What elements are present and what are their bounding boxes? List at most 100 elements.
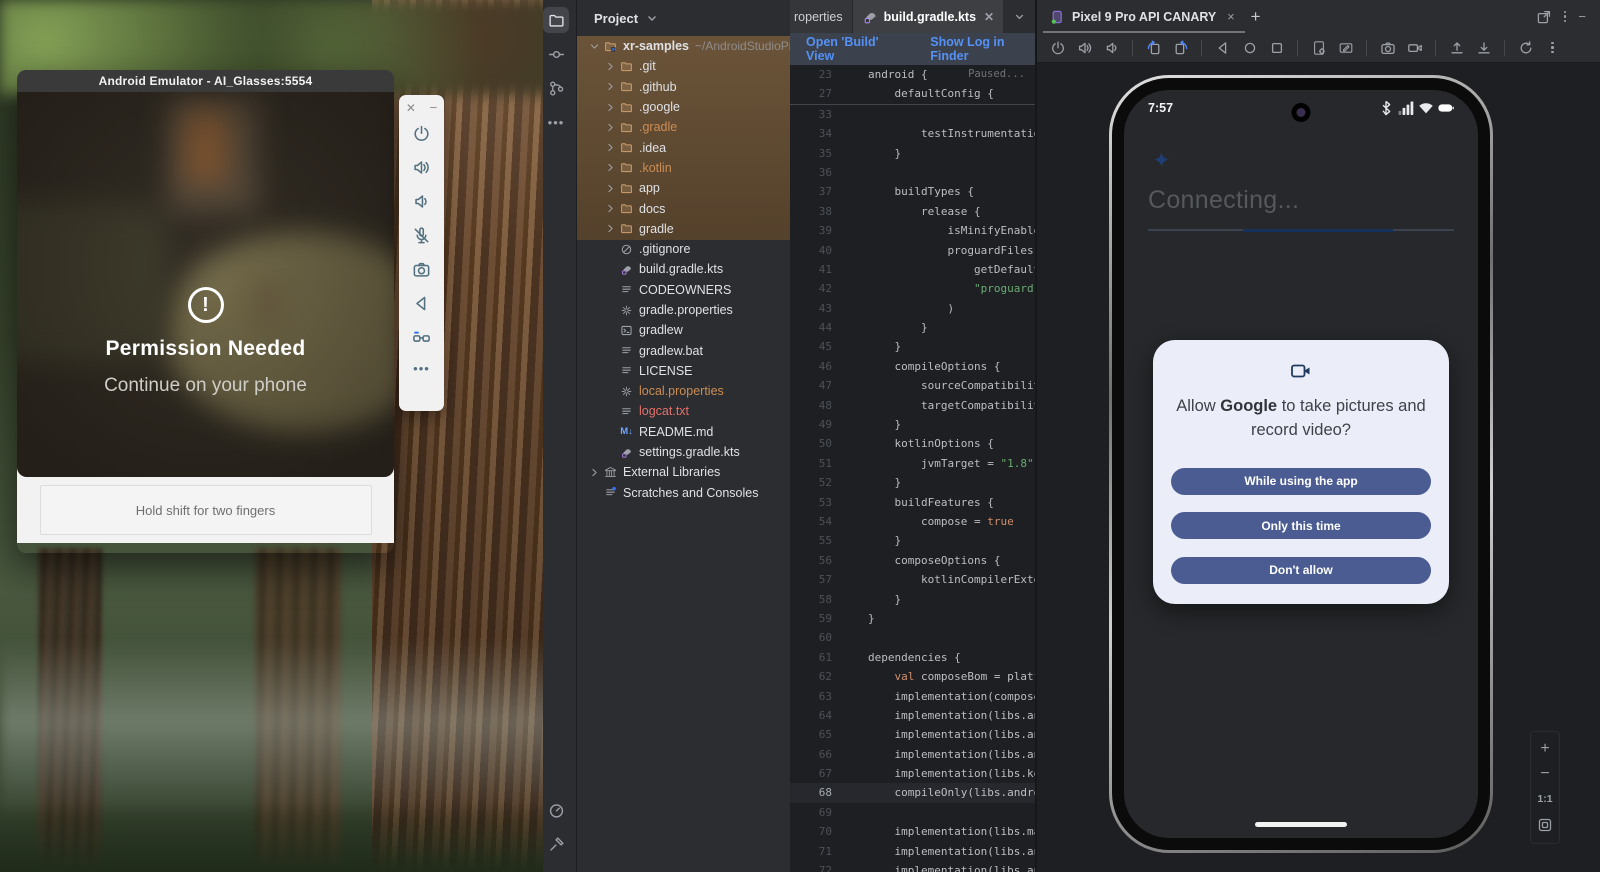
chevron-right-icon[interactable] <box>603 80 618 93</box>
close-device-tab-icon[interactable]: × <box>1227 10 1234 24</box>
code-line-68[interactable]: 68 compileOnly(libs.android <box>790 783 1035 802</box>
code-line-67[interactable]: 67 implementation(libs.kotl <box>790 764 1035 783</box>
code-line-69[interactable]: 69 <box>790 803 1035 822</box>
code-line-56[interactable]: 56 composeOptions { <box>790 551 1035 570</box>
code-line-55[interactable]: 55 } <box>790 531 1035 550</box>
code-line-40[interactable]: 40 proguardFiles( <box>790 241 1035 260</box>
zoom-to-fit-button[interactable] <box>1537 817 1553 833</box>
rotate-right-icon[interactable] <box>1170 37 1191 59</box>
code-line-59[interactable]: 59} <box>790 609 1035 628</box>
more-vertical-icon[interactable] <box>1542 37 1563 59</box>
tree-item-scratches-and-consoles[interactable]: Scratches and Consoles <box>577 483 790 503</box>
vcs-branch-icon[interactable] <box>543 75 569 101</box>
notification-link-show-log-in-finder[interactable]: Show Log in Finder <box>930 35 1035 63</box>
back-icon[interactable] <box>412 294 431 313</box>
tree-item-gitignore[interactable]: .gitignore <box>577 239 790 259</box>
code-line-54[interactable]: 54 compose = true <box>790 512 1035 531</box>
app-settings-icon[interactable] <box>1308 37 1329 59</box>
tree-item-kotlin[interactable]: .kotlin <box>577 158 790 178</box>
code-line-60[interactable]: 60 <box>790 628 1035 647</box>
volume-down-icon[interactable] <box>1101 37 1122 59</box>
code-line-71[interactable]: 71 implementation(libs.andr <box>790 842 1035 861</box>
open-in-window-icon[interactable] <box>1536 9 1552 25</box>
minimize-icon[interactable]: − <box>1578 10 1586 23</box>
chevron-right-icon[interactable] <box>603 182 618 195</box>
code-line-50[interactable]: 50 kotlinOptions { <box>790 434 1035 453</box>
permission-button-while-using-the-app[interactable]: While using the app <box>1171 468 1431 495</box>
code-line-64[interactable]: 64 implementation(libs.andr <box>790 706 1035 725</box>
chevron-right-icon[interactable] <box>603 202 618 215</box>
zoom-out-button[interactable]: − <box>1540 767 1549 781</box>
tree-item-external-libraries[interactable]: External Libraries <box>577 462 790 482</box>
code-line-62[interactable]: 62 val composeBom = platfor <box>790 667 1035 686</box>
permission-button-only-this-time[interactable]: Only this time <box>1171 512 1431 539</box>
permission-button-don-t-allow[interactable]: Don't allow <box>1171 557 1431 584</box>
screenshot-icon[interactable] <box>412 260 431 279</box>
tree-item-local-properties[interactable]: local.properties <box>577 381 790 401</box>
chevron-down-icon[interactable] <box>587 40 602 53</box>
phone-screen[interactable]: 7:57 Connecting... <box>1124 90 1478 838</box>
download-icon[interactable] <box>1473 37 1494 59</box>
tree-item-readme-md[interactable]: M↓README.md <box>577 422 790 442</box>
code-line-49[interactable]: 49 } <box>790 415 1035 434</box>
screenshot-icon[interactable] <box>1377 37 1398 59</box>
power-icon[interactable] <box>1047 37 1068 59</box>
tree-item-idea[interactable]: .idea <box>577 137 790 157</box>
more-vertical-icon[interactable] <box>1564 11 1567 23</box>
code-line-42[interactable]: 42 "proguard-ru <box>790 279 1035 298</box>
chevron-right-icon[interactable] <box>603 121 618 134</box>
profiler-icon[interactable] <box>543 797 569 823</box>
code-line-57[interactable]: 57 kotlinCompilerExtens <box>790 570 1035 589</box>
code-line-33[interactable]: 33 <box>790 105 1035 124</box>
tree-item-git[interactable]: .git <box>577 56 790 76</box>
upload-icon[interactable] <box>1446 37 1467 59</box>
commit-icon[interactable] <box>543 41 569 67</box>
chevron-right-icon[interactable] <box>603 101 618 114</box>
restart-icon[interactable] <box>1515 37 1536 59</box>
code-line-72[interactable]: 72 implementation(libs.andr <box>790 861 1035 872</box>
code-line-35[interactable]: 35 } <box>790 144 1035 163</box>
project-folder-icon[interactable] <box>543 7 569 33</box>
code-line-70[interactable]: 70 implementation(libs.mate <box>790 822 1035 841</box>
tree-item-gradlew-bat[interactable]: gradlew.bat <box>577 340 790 360</box>
mic-off-icon[interactable] <box>412 226 431 245</box>
code-line-52[interactable]: 52 } <box>790 473 1035 492</box>
tree-item-google[interactable]: .google <box>577 97 790 117</box>
chevron-right-icon[interactable] <box>603 141 618 154</box>
tree-item-xr-samples[interactable]: xr-samples~/AndroidStudioProj <box>577 36 790 56</box>
code-line-37[interactable]: 37 buildTypes { <box>790 182 1035 201</box>
new-device-tab-button[interactable]: + <box>1251 7 1261 27</box>
more-horizontal-icon[interactable]: ••• <box>543 109 569 135</box>
code-line-34[interactable]: 34 testInstrumentationR <box>790 124 1035 143</box>
volume-up-icon[interactable] <box>412 158 431 177</box>
tab-build-gradle-kts[interactable]: build.gradle.kts ✕ <box>853 0 1003 33</box>
hidden-tabs-chevron-icon[interactable] <box>1012 0 1035 33</box>
code-line-27[interactable]: 27 defaultConfig { <box>790 84 1035 103</box>
emulator-titlebar[interactable]: Android Emulator - AI_Glasses:5554 <box>17 70 394 92</box>
zoom-actual-size-button[interactable]: 1:1 <box>1537 792 1552 806</box>
tree-item-app[interactable]: app <box>577 178 790 198</box>
code-line-48[interactable]: 48 targetCompatibility <box>790 396 1035 415</box>
code-line-47[interactable]: 47 sourceCompatibility <box>790 376 1035 395</box>
tree-item-license[interactable]: LICENSE <box>577 361 790 381</box>
code-line-66[interactable]: 66 implementation(libs.andr <box>790 745 1035 764</box>
code-line-44[interactable]: 44 } <box>790 318 1035 337</box>
code-line-36[interactable]: 36 <box>790 163 1035 182</box>
tree-item-docs[interactable]: docs <box>577 198 790 218</box>
overview-icon[interactable] <box>1266 37 1287 59</box>
code-line-38[interactable]: 38 release { <box>790 202 1035 221</box>
glasses-icon[interactable] <box>412 328 431 347</box>
tab-gradle-properties[interactable]: roperties <box>790 0 853 33</box>
power-icon[interactable] <box>412 124 431 143</box>
code-line-43[interactable]: 43 ) <box>790 299 1035 318</box>
notification-link-open-build-view[interactable]: Open 'Build' View <box>806 35 900 63</box>
code-line-45[interactable]: 45 } <box>790 337 1035 356</box>
record-icon[interactable] <box>1404 37 1425 59</box>
tree-item-codeowners[interactable]: CODEOWNERS <box>577 280 790 300</box>
chevron-down-icon[interactable] <box>644 10 660 26</box>
zoom-in-button[interactable]: + <box>1540 742 1549 756</box>
device-tab-pixel-9-pro[interactable]: Pixel 9 Pro API CANARY × <box>1045 0 1239 33</box>
chevron-right-icon[interactable] <box>603 222 618 235</box>
volume-up-icon[interactable] <box>1074 37 1095 59</box>
code-line-23[interactable]: 23android {Paused... <box>790 65 1035 84</box>
